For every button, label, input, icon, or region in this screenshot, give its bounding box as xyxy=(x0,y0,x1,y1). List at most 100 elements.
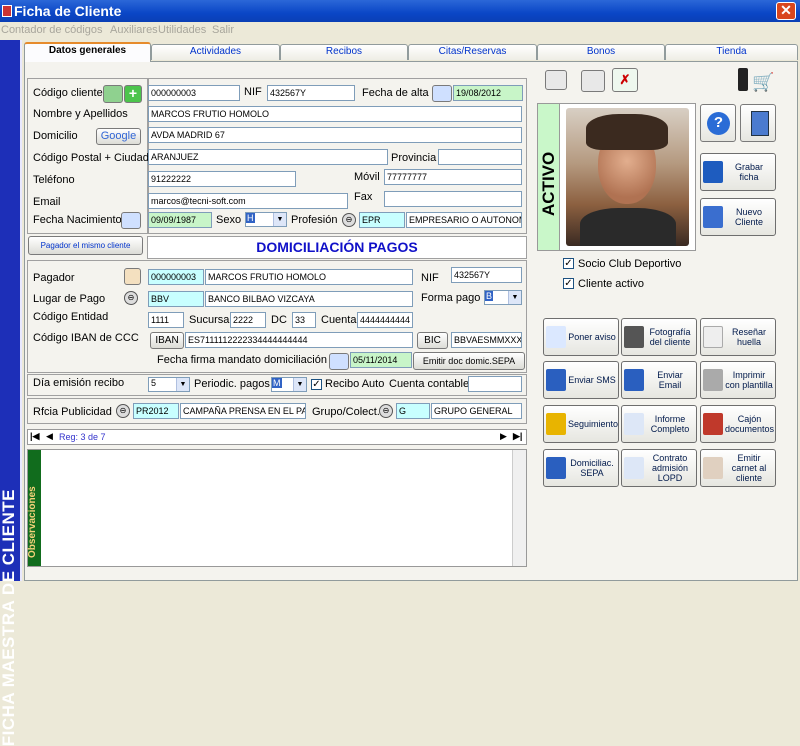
search-client-icon[interactable] xyxy=(103,85,123,103)
next-record-icon[interactable]: ▶ xyxy=(500,431,507,442)
sexo-select[interactable]: H ▼ xyxy=(245,212,287,227)
bic-field[interactable]: BBVAESMMXXX xyxy=(451,332,522,348)
dc-field[interactable]: 33 xyxy=(292,312,316,328)
pagador-label: Pagador xyxy=(33,272,75,284)
menu-utilidades[interactable]: Utilidades xyxy=(158,24,206,36)
person-icon[interactable] xyxy=(124,268,141,285)
publicidad-text[interactable]: CAMPAÑA PRENSA EN EL PAI xyxy=(180,403,306,419)
cajon-button[interactable]: Cajón documentos xyxy=(700,405,776,443)
huella-button[interactable]: Reseñar huella xyxy=(700,318,776,356)
sepa-button[interactable]: Domiciliac. SEPA xyxy=(543,449,619,487)
cart-icon[interactable]: 🛒 xyxy=(752,72,778,92)
imprimir-button[interactable]: Imprimir con plantilla xyxy=(700,361,776,399)
informe-button[interactable]: Informe Completo xyxy=(621,405,697,443)
contable-label: Cuenta contable xyxy=(389,378,470,390)
sms-button[interactable]: Enviar SMS xyxy=(543,361,619,399)
tab-citas[interactable]: Citas/Reservas xyxy=(408,44,537,60)
sucursal-field[interactable]: 2222 xyxy=(230,312,266,328)
pagador-mismo-button[interactable]: Pagador el mismo cliente xyxy=(28,236,143,255)
select-publicity-icon[interactable]: ⊖ xyxy=(116,404,130,418)
email-button[interactable]: Enviar Email xyxy=(621,361,697,399)
nuevo-cliente-button[interactable]: Nuevo Cliente xyxy=(700,198,776,236)
scrollbar[interactable] xyxy=(512,450,526,566)
mandato-field[interactable]: 05/11/2014 xyxy=(350,352,412,368)
telefono-field[interactable]: 91222222 xyxy=(148,171,296,187)
poner-aviso-button[interactable]: Poner aviso xyxy=(543,318,619,356)
banco-code[interactable]: BBV xyxy=(148,291,204,307)
client-photo[interactable] xyxy=(566,108,689,246)
tab-bonos[interactable]: Bonos xyxy=(537,44,665,60)
card-icon[interactable] xyxy=(545,70,567,90)
provincia-field[interactable] xyxy=(438,149,522,165)
help-button[interactable]: ? xyxy=(700,104,736,142)
grupo-code[interactable]: G xyxy=(396,403,430,419)
ciudad-field[interactable]: ARANJUEZ xyxy=(148,149,388,165)
publicidad-code[interactable]: PR2012 xyxy=(133,403,179,419)
tab-actividades[interactable]: Actividades xyxy=(151,44,280,60)
first-record-icon[interactable]: |◀ xyxy=(30,431,39,442)
select-profession-icon[interactable]: ⊖ xyxy=(342,213,356,227)
no-access-icon[interactable]: ✗ xyxy=(612,68,638,92)
alta-field[interactable]: 19/08/2012 xyxy=(453,85,523,101)
domiciliacion-header: DOMICILIACIÓN PAGOS xyxy=(147,236,527,259)
alert-doc-icon[interactable] xyxy=(581,70,605,92)
pagador-name[interactable]: MARCOS FRUTIO HOMOLO xyxy=(205,269,413,285)
recibo-auto-checkbox[interactable]: ✓ xyxy=(311,379,322,390)
activo-checkbox[interactable]: ✓ xyxy=(563,278,574,289)
camera-icon xyxy=(624,326,644,348)
select-group-icon[interactable]: ⊖ xyxy=(379,404,393,418)
tab-tienda[interactable]: Tienda xyxy=(665,44,798,60)
close-button[interactable]: ✕ xyxy=(776,2,796,20)
nacimiento-field[interactable]: 09/09/1987 xyxy=(148,212,212,228)
domicilio-field[interactable]: AVDA MADRID 67 xyxy=(148,127,522,143)
traffic-light-icon xyxy=(738,68,748,91)
exit-button[interactable] xyxy=(740,104,776,142)
grabar-label: Grabar ficha xyxy=(734,162,763,182)
iban-field[interactable]: ES7111112222334444444444 xyxy=(185,332,413,348)
email-field[interactable]: marcos@tecni-soft.com xyxy=(148,193,348,209)
tab-recibos[interactable]: Recibos xyxy=(280,44,408,60)
profesion-code[interactable]: EPR xyxy=(359,212,405,228)
grabar-button[interactable]: Grabar ficha xyxy=(700,153,776,191)
select-bank-icon[interactable]: ⊖ xyxy=(124,291,138,305)
iban-button[interactable]: IBAN xyxy=(150,332,184,349)
calendar-icon[interactable] xyxy=(329,353,349,370)
last-record-icon[interactable]: ▶| xyxy=(513,431,522,442)
recibo-auto-label: Recibo Auto xyxy=(325,378,385,390)
lopd-button[interactable]: Contrato admisión LOPD xyxy=(621,449,697,487)
carnet-button[interactable]: Emitir carnet al cliente xyxy=(700,449,776,487)
emitir-sepa-button[interactable]: Emitir doc domic.SEPA xyxy=(413,352,525,370)
forma-select[interactable]: B ▼ xyxy=(484,290,522,305)
fax-field[interactable] xyxy=(384,191,522,207)
nombre-field[interactable]: MARCOS FRUTIO HOMOLO xyxy=(148,106,522,122)
menu-contador[interactable]: Contador de códigos xyxy=(1,24,103,36)
banco-name[interactable]: BANCO BILBAO VIZCAYA xyxy=(205,291,413,307)
seguimiento-button[interactable]: Seguimiento xyxy=(543,405,619,443)
socio-checkbox[interactable]: ✓ xyxy=(563,258,574,269)
menu-salir[interactable]: Salir xyxy=(212,24,234,36)
dia-select[interactable]: 5 ▼ xyxy=(148,377,190,392)
movil-field[interactable]: 77777777 xyxy=(384,169,522,185)
entidad-field[interactable]: 1111 xyxy=(148,312,184,328)
pagador-nif[interactable]: 432567Y xyxy=(451,267,522,283)
pagador-code[interactable]: 000000003 xyxy=(148,269,204,285)
contable-field[interactable] xyxy=(468,376,522,392)
nif-field[interactable]: 432567Y xyxy=(267,85,355,101)
google-maps-button[interactable]: Google xyxy=(96,128,141,145)
calendar-icon[interactable] xyxy=(121,212,141,229)
profesion-field[interactable]: EMPRESARIO O AUTONOM xyxy=(406,212,522,228)
codigo-field[interactable]: 000000003 xyxy=(148,85,240,101)
prev-record-icon[interactable]: ◀ xyxy=(46,431,53,442)
bic-button[interactable]: BIC xyxy=(417,332,448,349)
cuenta-field[interactable]: 4444444444 xyxy=(357,312,413,328)
fotografia-button[interactable]: Fotografía del cliente xyxy=(621,318,697,356)
add-client-icon[interactable]: + xyxy=(124,85,142,103)
observaciones-area[interactable]: Observaciones xyxy=(27,449,527,567)
tab-datos-generales[interactable]: Datos generales xyxy=(24,42,151,62)
menu-auxiliares[interactable]: Auxiliares xyxy=(110,24,158,36)
calendar-icon[interactable] xyxy=(432,85,452,102)
help-icon: ? xyxy=(707,112,730,135)
grupo-field[interactable]: GRUPO GENERAL xyxy=(431,403,522,419)
id-card-icon xyxy=(703,457,723,479)
periodic-select[interactable]: M ▼ xyxy=(271,377,307,392)
